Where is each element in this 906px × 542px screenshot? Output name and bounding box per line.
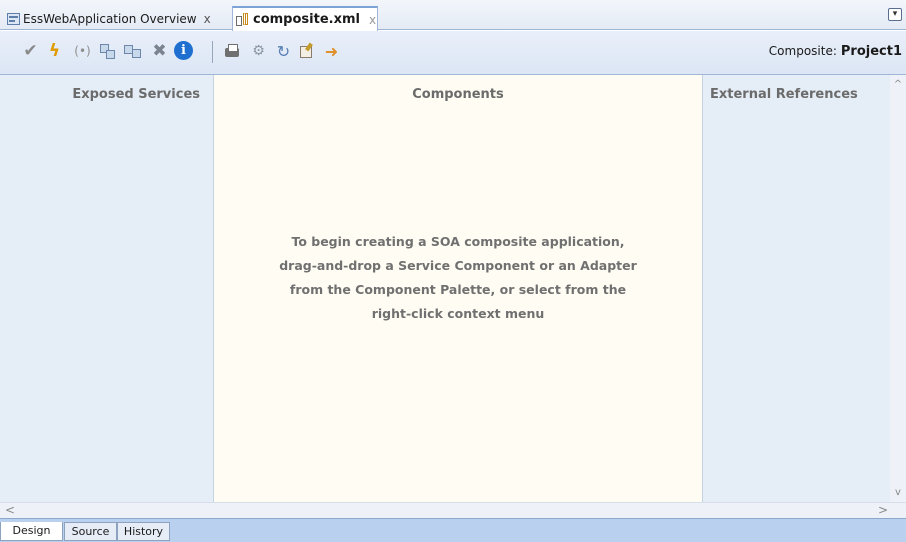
vertical-scrollbar[interactable]: ^ v (890, 75, 906, 502)
editor-tab-bar: EssWebApplication Overview x composite.x… (0, 0, 906, 31)
composite-name: Project1 (840, 44, 902, 59)
group-icon[interactable] (98, 42, 117, 61)
components-title: Components (412, 87, 504, 102)
hint-line: from the Component Palette, or select fr… (289, 282, 627, 297)
toolbar-separator (212, 41, 213, 63)
composite-name-label: Composite: Project1 (769, 44, 902, 59)
composite-design-canvas[interactable]: Exposed Services Components To begin cre… (0, 75, 890, 502)
test-lightning-icon[interactable]: ϟ (45, 42, 64, 61)
info-icon[interactable]: i (174, 41, 193, 60)
hint-line: drag-and-drop a Service Component or an … (279, 258, 637, 273)
scroll-down-icon[interactable]: v (890, 487, 906, 498)
overview-icon (7, 13, 20, 25)
editor-view-tabs: Design Source History (0, 518, 906, 542)
validate-check-icon[interactable]: ✔ (21, 42, 40, 61)
tab-label: EssWebApplication Overview (23, 12, 197, 26)
scroll-left-icon[interactable]: < (5, 503, 15, 518)
ungroup-icon[interactable] (123, 42, 142, 61)
hint-line: right-click context menu (371, 306, 545, 321)
print-icon[interactable] (223, 42, 242, 61)
close-icon[interactable]: x (204, 12, 211, 26)
scroll-right-icon[interactable]: > (878, 503, 888, 518)
wire-icon[interactable] (73, 42, 92, 61)
composite-toolbar: ✔ ϟ ✖ i ⚙ ↻ ➜ Composite:Project1 (0, 31, 906, 75)
external-references-lane[interactable]: External References (702, 75, 890, 502)
exposed-services-title: Exposed Services (72, 87, 200, 102)
refresh-icon[interactable]: ↻ (274, 42, 293, 61)
tab-composite-xml[interactable]: composite.xml x (232, 6, 378, 31)
composite-label-prefix: Composite: (768, 44, 837, 58)
close-icon[interactable]: x (369, 13, 376, 27)
tab-source[interactable]: Source (64, 522, 117, 541)
composite-icon (236, 12, 250, 27)
tab-ess-web-application-overview[interactable]: EssWebApplication Overview x (4, 8, 232, 30)
external-references-title: External References (710, 87, 858, 102)
tab-history[interactable]: History (117, 522, 170, 541)
delete-icon[interactable]: ✖ (150, 42, 169, 61)
scroll-up-icon[interactable]: ^ (890, 79, 906, 90)
deploy-icon[interactable]: ➜ (322, 42, 341, 61)
horizontal-scrollbar[interactable]: < > (0, 502, 906, 518)
layout-icon[interactable]: ⚙ (249, 42, 268, 61)
tab-label: composite.xml (253, 12, 360, 27)
tab-list-dropdown-icon[interactable]: ▾ (888, 8, 902, 21)
hint-line: To begin creating a SOA composite applic… (291, 234, 625, 249)
empty-canvas-hint: To begin creating a SOA composite applic… (214, 230, 702, 326)
edit-icon[interactable] (298, 42, 317, 61)
components-lane[interactable]: Components To begin creating a SOA compo… (214, 75, 702, 502)
tab-design[interactable]: Design (0, 522, 63, 541)
exposed-services-lane[interactable]: Exposed Services (0, 75, 214, 502)
